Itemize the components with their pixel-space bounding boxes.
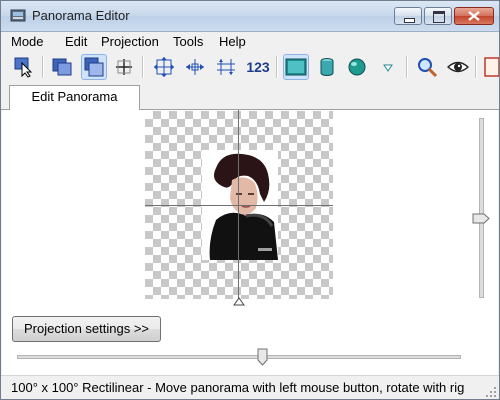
horizontal-guide-line xyxy=(145,205,333,206)
select-tool-button[interactable] xyxy=(11,54,37,80)
numbers-button[interactable]: 123 xyxy=(243,54,273,80)
fit-horizontal-icon xyxy=(186,59,204,75)
zoom-icon xyxy=(418,58,438,78)
menu-mode[interactable]: Mode xyxy=(11,34,44,49)
status-text: 100° x 100° Rectilinear - Move panorama … xyxy=(11,380,465,395)
tab-strip: Edit Panorama xyxy=(1,85,499,110)
fit-horizontal-button[interactable] xyxy=(182,54,208,80)
control-points-icon xyxy=(116,59,132,75)
close-button[interactable] xyxy=(454,7,494,25)
window-title: Panorama Editor xyxy=(32,8,130,23)
horizontal-fov-slider-thumb[interactable] xyxy=(257,348,268,366)
crop-tool-icon xyxy=(84,57,104,77)
zoom-button[interactable] xyxy=(414,54,440,80)
vertical-fov-slider-track[interactable] xyxy=(479,118,484,298)
projection-dropdown-button[interactable] xyxy=(375,54,401,80)
fit-vertical-button[interactable] xyxy=(213,54,239,80)
vertical-fov-slider-thumb[interactable] xyxy=(472,213,490,224)
menu-help[interactable]: Help xyxy=(219,34,246,49)
menu-projection[interactable]: Projection xyxy=(101,34,159,49)
control-points-button[interactable] xyxy=(111,54,137,80)
title-bar[interactable]: Panorama Editor xyxy=(1,1,499,32)
fit-vertical-icon xyxy=(217,59,235,75)
maximize-button[interactable] xyxy=(424,7,452,25)
resize-grip-icon[interactable] xyxy=(485,386,497,398)
preview-button[interactable] xyxy=(445,54,471,80)
horizontal-fov-slider-track[interactable] xyxy=(17,355,461,359)
panorama-editor-window: Panorama Editor Mode Edit Projection Too… xyxy=(0,0,500,400)
edit-panorama-panel: Projection settings >> xyxy=(2,110,498,375)
rectilinear-icon xyxy=(285,58,307,76)
app-icon xyxy=(10,9,26,22)
sphere-button[interactable] xyxy=(344,54,370,80)
toolbar: 123 xyxy=(1,52,499,84)
status-bar: 100° x 100° Rectilinear - Move panorama … xyxy=(1,375,499,399)
minimize-button[interactable] xyxy=(394,7,422,25)
overflow-tool-button[interactable] xyxy=(481,54,499,80)
tab-edit-panorama[interactable]: Edit Panorama xyxy=(9,85,140,110)
select-tool-icon xyxy=(14,57,33,78)
menu-tools[interactable]: Tools xyxy=(173,34,203,49)
preview-eye-icon xyxy=(447,61,469,73)
close-icon xyxy=(468,11,480,21)
cylinder-icon xyxy=(320,58,334,76)
sphere-icon xyxy=(348,58,366,76)
projection-settings-button[interactable]: Projection settings >> xyxy=(12,316,161,342)
images-tool-icon xyxy=(52,58,72,76)
menu-edit[interactable]: Edit xyxy=(65,34,87,49)
dropdown-icon xyxy=(383,64,393,72)
cylinder-button[interactable] xyxy=(314,54,340,80)
center-button[interactable] xyxy=(151,54,177,80)
center-icon xyxy=(154,57,174,77)
crop-tool-button[interactable] xyxy=(81,54,107,80)
rectilinear-button[interactable] xyxy=(283,54,309,80)
center-marker-icon[interactable] xyxy=(233,296,245,306)
menu-bar: Mode Edit Projection Tools Help xyxy=(1,32,499,51)
overflow-tool-icon xyxy=(484,57,499,77)
images-tool-button[interactable] xyxy=(49,54,75,80)
